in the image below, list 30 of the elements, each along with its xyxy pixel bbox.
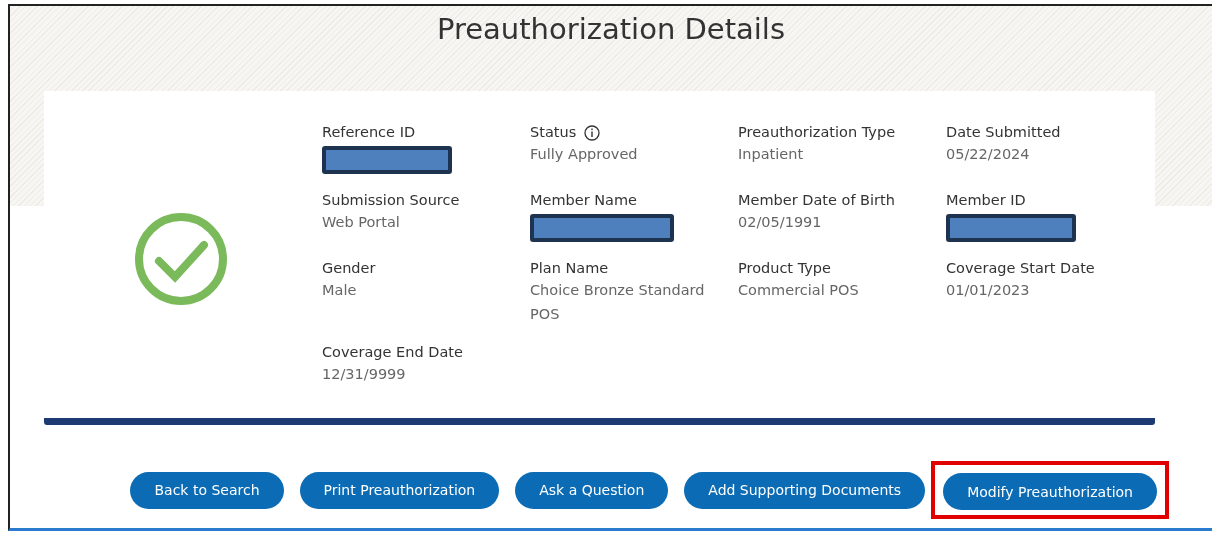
field-label: Reference ID	[322, 123, 416, 142]
field-label: Product Type	[738, 259, 831, 278]
field-label: Member ID	[946, 191, 1026, 210]
field-label: Submission Source	[322, 191, 460, 210]
action-button[interactable]: Add Supporting Documents	[684, 471, 926, 509]
action-button[interactable]: Print Preauthorization	[299, 471, 500, 509]
field-label: Gender	[322, 259, 376, 278]
field-value: Fully Approved	[530, 145, 639, 164]
field-value: Inpatient	[738, 145, 805, 164]
field-label: Date Submitted	[946, 123, 1061, 142]
field-label: Coverage End Date	[322, 343, 463, 362]
field-value: 02/05/1991	[738, 213, 823, 232]
field-value: Web Portal	[322, 213, 401, 232]
field-label: Member Name	[530, 191, 638, 210]
field-label: Member Date of Birth	[738, 191, 895, 210]
field-value: Choice Bronze Standard POS	[530, 281, 706, 324]
field-label: Coverage Start Date	[946, 259, 1095, 278]
field-value: Male	[322, 281, 358, 300]
action-button[interactable]: Ask a Question	[515, 471, 669, 509]
field-value: Commercial POS	[738, 281, 860, 300]
action-button[interactable]: Modify Preauthorization	[943, 473, 1157, 510]
field-value: 05/22/2024	[946, 145, 1031, 164]
info-icon[interactable]	[584, 124, 601, 141]
field-value: 01/01/2023	[946, 281, 1031, 300]
field-label: Preauthorization Type	[738, 123, 896, 142]
action-button[interactable]: Back to Search	[130, 471, 284, 509]
field-label: Plan Name	[530, 259, 609, 278]
field-label: Status	[530, 123, 577, 142]
page-title: Preauthorization Details	[436, 11, 786, 48]
field-value: 12/31/9999	[322, 365, 407, 384]
